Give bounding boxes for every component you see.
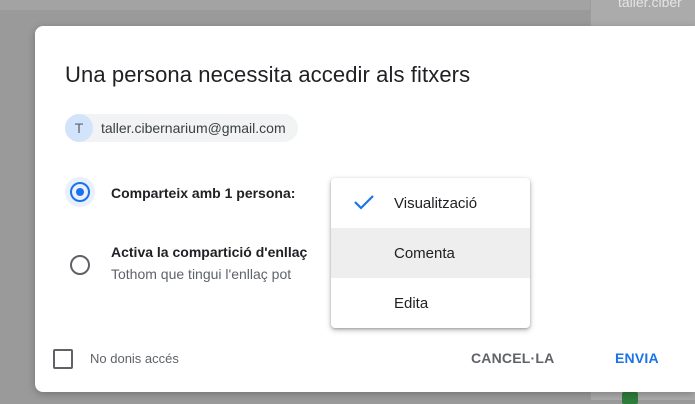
permission-menu: Visualització Comenta Edita bbox=[331, 178, 530, 328]
no-grant-access-label: No donis accés bbox=[90, 351, 179, 366]
menu-item-comment[interactable]: Comenta bbox=[331, 228, 530, 278]
menu-item-view[interactable]: Visualització bbox=[331, 178, 530, 228]
send-button[interactable]: ENVIA bbox=[607, 344, 667, 372]
share-with-person-radio[interactable] bbox=[70, 182, 90, 202]
menu-item-edit[interactable]: Edita bbox=[331, 278, 530, 328]
menu-item-label: Visualització bbox=[394, 194, 478, 212]
menu-item-label: Edita bbox=[394, 294, 429, 312]
check-icon bbox=[354, 195, 374, 210]
link-sharing-description: Tothom que tingui l'enllaç pot bbox=[111, 266, 292, 282]
share-with-person-label: Comparteix amb 1 persona: bbox=[111, 185, 296, 201]
link-sharing-label: Activa la compartició d'enllaç bbox=[111, 244, 308, 260]
cancel-button[interactable]: CANCEL·LA bbox=[463, 344, 562, 372]
no-grant-access-checkbox[interactable] bbox=[53, 349, 73, 369]
sheets-file-icon bbox=[622, 392, 638, 404]
recipient-email: taller.cibernarium@gmail.com bbox=[101, 120, 286, 136]
link-sharing-radio[interactable] bbox=[70, 255, 90, 275]
dialog-title: Una persona necessita accedir als fitxer… bbox=[65, 62, 471, 87]
background-email-text: taller.ciber bbox=[618, 0, 682, 10]
menu-item-label: Comenta bbox=[394, 244, 455, 262]
avatar: T bbox=[65, 114, 93, 142]
recipient-chip: T taller.cibernarium@gmail.com bbox=[65, 114, 298, 142]
